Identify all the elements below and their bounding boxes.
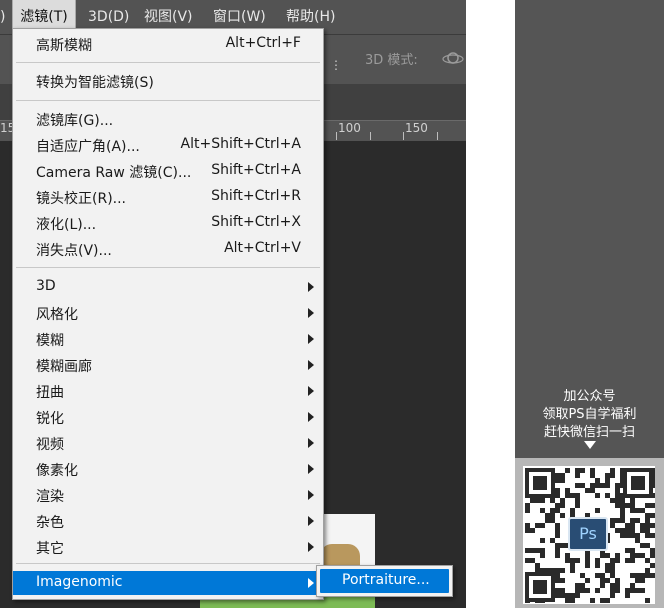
menu-item-label: 渲染 bbox=[36, 489, 64, 505]
menu-item-filter-gallery[interactable]: 滤镜库(G)... bbox=[13, 107, 323, 131]
menu-item-label: Portraiture... bbox=[342, 572, 430, 588]
submenu-arrow-icon bbox=[308, 490, 314, 500]
ruler-tick bbox=[370, 132, 371, 140]
menu-item-label: 杂色 bbox=[36, 515, 64, 531]
menu-separator bbox=[16, 100, 320, 101]
submenu-arrow-icon bbox=[308, 334, 314, 344]
menu-item-label: 锐化 bbox=[36, 411, 64, 427]
menu-item-shortcut: Alt+Shift+Ctrl+A bbox=[180, 136, 301, 152]
ps-logo-icon: Ps bbox=[568, 517, 608, 551]
menu-item-liquify[interactable]: 液化(L)... Shift+Ctrl+X bbox=[13, 211, 323, 235]
menu-separator bbox=[16, 62, 320, 63]
submenu-arrow-icon bbox=[308, 464, 314, 474]
menu-item-shortcut: Shift+Ctrl+A bbox=[211, 162, 301, 178]
menu-item-shortcut: Alt+Ctrl+V bbox=[224, 240, 301, 256]
menu-item-blur-gallery[interactable]: 模糊画廊 bbox=[13, 353, 323, 377]
menu-item-label: Camera Raw 滤镜(C)... bbox=[36, 165, 192, 181]
menu-item-camera-raw[interactable]: Camera Raw 滤镜(C)... Shift+Ctrl+A bbox=[13, 159, 323, 183]
menu-item-imagenomic[interactable]: Imagenomic bbox=[13, 571, 323, 595]
menu-item-pixelate[interactable]: 像素化 bbox=[13, 457, 323, 481]
menu-item-label: 消失点(V)... bbox=[36, 243, 112, 259]
menu-item-shortcut: Shift+Ctrl+R bbox=[211, 188, 301, 204]
submenu-arrow-icon bbox=[308, 386, 314, 396]
menu-separator bbox=[16, 267, 320, 268]
menu-item-label: Imagenomic bbox=[36, 574, 123, 590]
menu-item-label: 模糊画廊 bbox=[36, 359, 92, 375]
ruler-tick bbox=[336, 132, 337, 140]
menu-item-label: 模糊 bbox=[36, 333, 64, 349]
3d-mode-label: 3D 模式: bbox=[365, 53, 418, 68]
menu-item-shortcut: Shift+Ctrl+X bbox=[211, 214, 301, 230]
submenu-arrow-icon bbox=[308, 542, 314, 552]
menu-item-label: 液化(L)... bbox=[36, 217, 97, 233]
menu-item-label: 高斯模糊 bbox=[36, 38, 92, 54]
menu-item-render[interactable]: 渲染 bbox=[13, 483, 323, 507]
menu-item-shortcut: Alt+Ctrl+F bbox=[225, 35, 301, 51]
menu-item-label: 视频 bbox=[36, 437, 64, 453]
options-separator: ⋮ bbox=[330, 58, 342, 72]
menu-item-gaussian-blur[interactable]: 高斯模糊 Alt+Ctrl+F bbox=[13, 32, 323, 56]
submenu-arrow-icon bbox=[308, 438, 314, 448]
menu-item-label: 转换为智能滤镜(S) bbox=[36, 75, 154, 91]
submenu-arrow-icon bbox=[308, 578, 314, 588]
submenu-arrow-icon bbox=[308, 412, 314, 422]
menu-item-label: 其它 bbox=[36, 541, 64, 557]
submenu-arrow-icon bbox=[308, 360, 314, 370]
promo-line-1: 加公众号 bbox=[563, 389, 616, 404]
menu-item-label: 风格化 bbox=[36, 307, 78, 323]
menu-separator bbox=[16, 563, 320, 564]
menu-item-noise[interactable]: 杂色 bbox=[13, 509, 323, 533]
menu-item-label: 滤镜库(G)... bbox=[36, 113, 114, 129]
submenu-arrow-icon bbox=[308, 516, 314, 526]
menu-item-distort[interactable]: 扭曲 bbox=[13, 379, 323, 403]
promo-line-2: 领取PS自学福利 bbox=[542, 407, 637, 422]
menu-item-convert-smart-filter[interactable]: 转换为智能滤镜(S) bbox=[13, 69, 323, 93]
menu-item-sharpen[interactable]: 锐化 bbox=[13, 405, 323, 429]
imagenomic-submenu: Portraiture... bbox=[316, 565, 453, 597]
ruler-label: 150 bbox=[405, 121, 428, 135]
ruler-tick bbox=[437, 132, 438, 140]
menu-item-label: 扭曲 bbox=[36, 385, 64, 401]
menubar-item-partial[interactable]: ) bbox=[0, 0, 12, 34]
menu-item-label: 镜头校正(R)... bbox=[36, 191, 127, 207]
promo-line-3: 赶快微信扫一扫 bbox=[543, 425, 635, 440]
menu-item-label: 自适应广角(A)... bbox=[36, 139, 140, 155]
ruler-label: 100 bbox=[338, 121, 361, 135]
menu-item-3d[interactable]: 3D bbox=[13, 275, 323, 299]
menu-item-video[interactable]: 视频 bbox=[13, 431, 323, 455]
orbit-icon[interactable] bbox=[442, 50, 464, 68]
ruler-tick bbox=[403, 132, 404, 140]
menu-item-lens-correction[interactable]: 镜头校正(R)... Shift+Ctrl+R bbox=[13, 185, 323, 209]
menu-item-other[interactable]: 其它 bbox=[13, 535, 323, 559]
menu-item-stylize[interactable]: 风格化 bbox=[13, 301, 323, 325]
menu-item-label: 像素化 bbox=[36, 463, 78, 479]
filter-menu: 高斯模糊 Alt+Ctrl+F 转换为智能滤镜(S) 滤镜库(G)... 自适应广… bbox=[12, 28, 324, 600]
menu-item-portraiture[interactable]: Portraiture... bbox=[320, 569, 449, 593]
menu-item-blur[interactable]: 模糊 bbox=[13, 327, 323, 351]
menu-item-adaptive-wide-angle[interactable]: 自适应广角(A)... Alt+Shift+Ctrl+A bbox=[13, 133, 323, 157]
arrow-down-icon bbox=[584, 441, 596, 449]
menu-item-label: 3D bbox=[36, 278, 56, 294]
menu-item-vanishing-point[interactable]: 消失点(V)... Alt+Ctrl+V bbox=[13, 237, 323, 261]
submenu-arrow-icon bbox=[308, 308, 314, 318]
submenu-arrow-icon bbox=[308, 282, 314, 292]
